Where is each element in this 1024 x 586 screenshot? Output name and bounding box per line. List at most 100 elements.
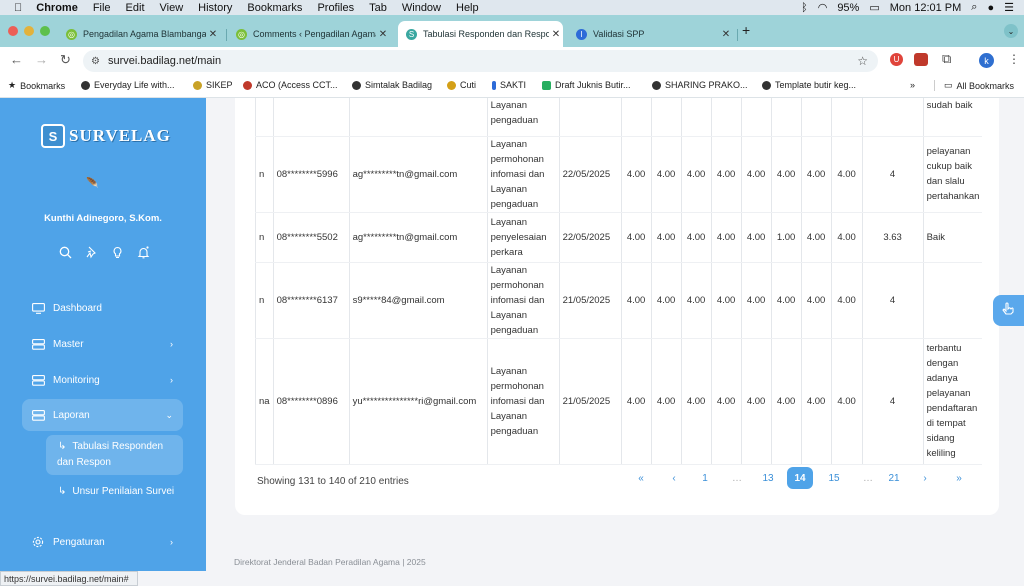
siri-icon[interactable]: ● [987, 2, 994, 14]
new-tab-icon[interactable]: + [742, 22, 750, 38]
bookmark-item[interactable]: SHARING PRAKO... [652, 80, 748, 90]
bookmark-item[interactable]: ★ Bookmarks [8, 80, 65, 91]
cell-score: 4.00 [800, 136, 832, 213]
cell-phone [272, 98, 350, 137]
all-bookmarks[interactable]: ▭ All Bookmarks [934, 80, 1014, 91]
pagination-button[interactable]: ‹ [662, 467, 686, 489]
bookmark-item[interactable]: Everyday Life with... [81, 80, 175, 90]
menu-view[interactable]: View [160, 2, 184, 14]
bluetooth-icon[interactable]: ᛒ [801, 2, 808, 14]
tab-comments[interactable]: ◎ Comments ‹ Pengadilan Agama ✕ [228, 21, 390, 47]
extension-meet-icon[interactable] [914, 53, 928, 66]
menu-history[interactable]: History [198, 2, 232, 14]
entries-info: Showing 131 to 140 of 210 entries [257, 476, 409, 487]
menu-edit[interactable]: Edit [126, 2, 145, 14]
bookmark-item[interactable]: ACO (Access CCT... [243, 80, 338, 90]
spotlight-icon[interactable]: ⌕ [971, 1, 977, 14]
pin-icon[interactable] [84, 245, 98, 259]
pagination-ellipsis: … [863, 472, 873, 484]
menu-help[interactable]: Help [456, 2, 479, 14]
bookmark-item[interactable]: Simtalak Badilag [352, 80, 432, 90]
chevron-down-icon: ⌄ [165, 409, 173, 420]
tab-search-icon[interactable]: ⌄ [1004, 24, 1018, 38]
menu-bookmarks[interactable]: Bookmarks [247, 2, 302, 14]
url-text[interactable]: survei.badilag.net/main [108, 55, 221, 67]
battery-icon[interactable]: ▭ [869, 1, 879, 14]
brand-logo[interactable]: S SURVELAG [41, 124, 171, 148]
pagination-button[interactable]: » [947, 467, 971, 489]
tab-close-icon[interactable]: ✕ [206, 29, 220, 40]
menu-profiles[interactable]: Profiles [317, 2, 354, 14]
submenu-tabulasi-responden[interactable]: ↳ Tabulasi Responden dan Respon [46, 435, 183, 475]
browser-menu-icon[interactable]: ⋮ [1008, 52, 1020, 66]
cell-email: ag*********tn@gmail.com [348, 212, 488, 263]
extension-adblock-icon[interactable]: U [890, 53, 903, 66]
bookmark-item[interactable]: Template butir keg... [762, 80, 856, 90]
cell-score: 4.00 [830, 262, 863, 339]
tab-close-icon[interactable]: ✕ [549, 29, 563, 40]
bookmark-item[interactable]: Cuti [447, 80, 476, 90]
tab-tabulasi[interactable]: S Tabulasi Responden dan Respon ✕ [398, 21, 563, 47]
cell-comment [922, 262, 983, 339]
apple-icon[interactable]:  [14, 2, 22, 14]
clock[interactable]: Mon 12:01 PM [890, 2, 962, 14]
bookmark-label: SHARING PRAKO... [665, 80, 748, 90]
wifi-icon[interactable]: ◠ [818, 1, 828, 14]
pagination-button[interactable]: 15 [822, 467, 846, 489]
bookmark-item[interactable]: SAKTI [492, 80, 526, 90]
pagination-button[interactable]: 21 [882, 467, 906, 489]
extensions-icon[interactable]: ⧉ [942, 51, 951, 67]
app-name[interactable]: Chrome [36, 2, 78, 14]
tab-close-icon[interactable]: ✕ [719, 29, 733, 40]
pagination-button[interactable]: 14 [787, 467, 813, 489]
tab-close-icon[interactable]: ✕ [376, 29, 390, 40]
search-icon[interactable] [58, 245, 72, 259]
bookmark-label: Everyday Life with... [94, 80, 175, 90]
bookmark-star-icon[interactable]: ☆ [857, 54, 868, 68]
bookmark-item[interactable]: Draft Juknis Butir... [542, 80, 631, 90]
cell-score: 4.00 [740, 136, 772, 213]
menu-tab[interactable]: Tab [369, 2, 387, 14]
accessibility-button[interactable] [993, 295, 1024, 326]
cell-layanan: Layanan pengaduan [486, 98, 560, 137]
bell-icon[interactable] [136, 245, 150, 259]
sidebar-item-pengaturan[interactable]: Pengaturan › [22, 526, 183, 558]
pagination-button[interactable]: « [629, 467, 653, 489]
cell-score: 4.00 [620, 212, 652, 263]
more-bookmarks-icon[interactable]: » [910, 80, 915, 90]
sidebar-item-dashboard[interactable]: Dashboard [22, 292, 183, 324]
close-window-icon[interactable] [8, 26, 18, 36]
minimize-window-icon[interactable] [24, 26, 34, 36]
back-icon[interactable]: ← [10, 52, 23, 67]
pagination-button[interactable]: 1 [693, 467, 717, 489]
pagination-button[interactable]: 13 [756, 467, 780, 489]
hand-pointer-icon [1001, 301, 1016, 321]
forward-icon[interactable]: → [35, 52, 48, 67]
sidebar-item-label: Pengaturan [53, 536, 105, 548]
sidebar-item-label: Monitoring [53, 374, 100, 386]
tab-validasi-spp[interactable]: ǀ Validasi SPP ✕ [568, 21, 733, 47]
favicon-icon [492, 80, 496, 90]
cell-name-truncated [255, 98, 274, 137]
sidebar-item-laporan[interactable]: Laporan ⌄ [22, 399, 183, 431]
tab-favicon-icon: ◎ [236, 28, 247, 40]
cell-score: 4.00 [770, 338, 802, 465]
lightbulb-icon[interactable] [110, 245, 124, 259]
sidebar-item-master[interactable]: Master › [22, 328, 183, 360]
menu-window[interactable]: Window [402, 2, 441, 14]
pagination-button[interactable]: › [913, 467, 937, 489]
monitor-icon [32, 302, 46, 314]
site-info-icon[interactable]: ⚙ [91, 56, 100, 67]
gear-icon [32, 536, 46, 548]
control-center-icon[interactable]: ☰ [1004, 1, 1014, 14]
sidebar-item-monitoring[interactable]: Monitoring › [22, 364, 183, 396]
cell-layanan: Layanan permohonan infomasi dan Layanan … [486, 262, 560, 339]
tab-pengadilan-agama[interactable]: ◎ Pengadilan Agama Blambangan ✕ [58, 21, 220, 47]
profile-avatar[interactable]: k [979, 53, 994, 68]
zoom-window-icon[interactable] [40, 26, 50, 36]
reload-icon[interactable]: ↻ [60, 52, 71, 68]
menu-file[interactable]: File [93, 2, 111, 14]
submenu-unsur-penilaian[interactable]: ↳ Unsur Penilaian Survei [46, 480, 183, 504]
bookmark-item[interactable]: SIKEP [193, 80, 233, 90]
address-bar[interactable]: ⚙ survei.badilag.net/main ☆ [83, 50, 878, 72]
